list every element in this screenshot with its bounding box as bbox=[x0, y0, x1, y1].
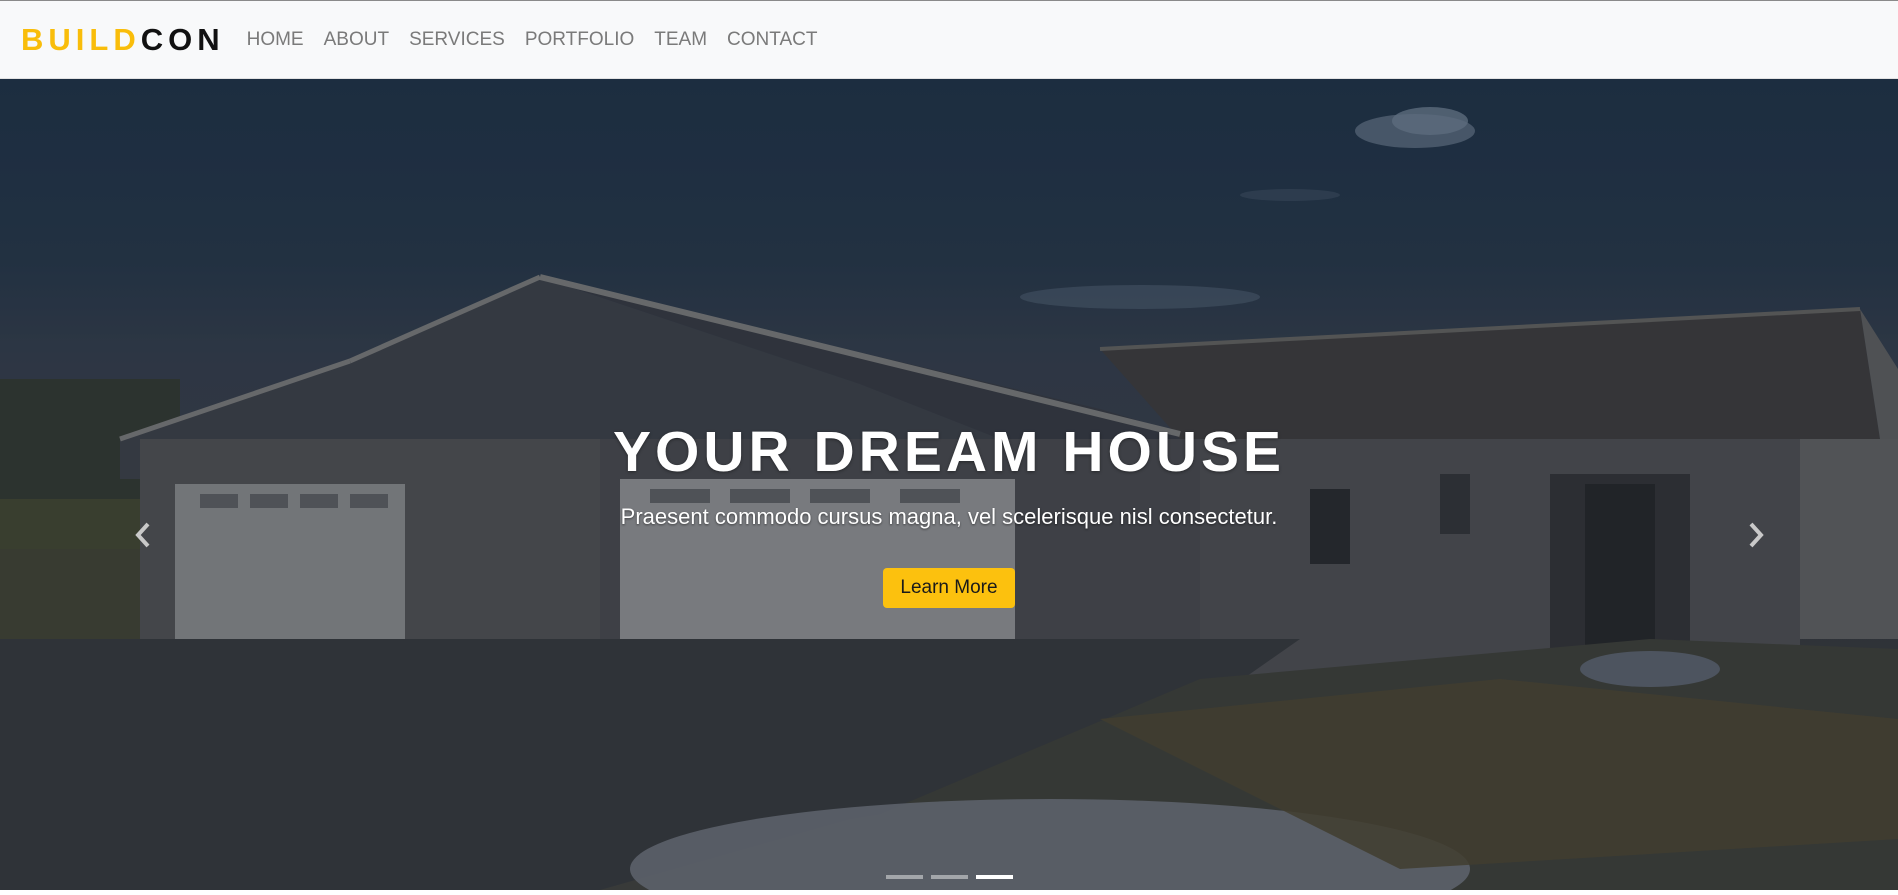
carousel-indicator-3[interactable] bbox=[975, 875, 1013, 879]
hero-caption: YOUR DREAM HOUSE Praesent commodo cursus… bbox=[0, 424, 1898, 608]
brand-logo-part-2: CON bbox=[140, 21, 225, 57]
carousel-indicator-2[interactable] bbox=[930, 875, 968, 879]
learn-more-button[interactable]: Learn More bbox=[883, 568, 1015, 608]
nav-item-contact[interactable]: CONTACT bbox=[717, 29, 827, 51]
nav-item-team[interactable]: TEAM bbox=[644, 29, 717, 51]
brand-logo[interactable]: BUILDCON bbox=[21, 22, 225, 58]
carousel-indicators bbox=[0, 875, 1898, 879]
nav-item-services[interactable]: SERVICES bbox=[399, 29, 515, 51]
brand-logo-part-1: BUILD bbox=[21, 21, 141, 57]
hero-title: YOUR DREAM HOUSE bbox=[612, 420, 1286, 484]
nav-links: HOME ABOUT SERVICES PORTFOLIO TEAM CONTA… bbox=[237, 29, 828, 51]
navbar: BUILDCON HOME ABOUT SERVICES PORTFOLIO T… bbox=[0, 0, 1898, 79]
carousel-indicator-1[interactable] bbox=[885, 875, 923, 879]
nav-item-about[interactable]: ABOUT bbox=[314, 29, 399, 51]
hero-carousel: YOUR DREAM HOUSE Praesent commodo cursus… bbox=[0, 79, 1898, 890]
hero-subtitle: Praesent commodo cursus magna, vel scele… bbox=[620, 504, 1278, 529]
nav-item-home[interactable]: HOME bbox=[237, 29, 314, 51]
nav-item-portfolio[interactable]: PORTFOLIO bbox=[515, 29, 644, 51]
